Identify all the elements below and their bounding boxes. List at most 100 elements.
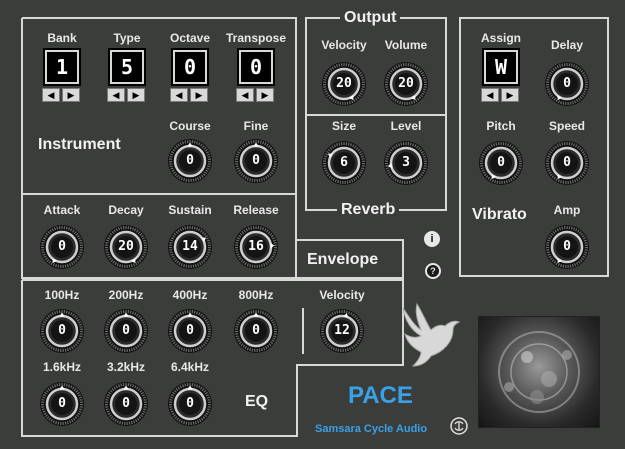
delay-value: 0 xyxy=(563,76,571,91)
type-display: 5 xyxy=(110,50,144,84)
samsara-logo-icon xyxy=(450,417,468,435)
eq-100hz-label: 100Hz xyxy=(44,288,80,302)
bank-stepper: ◀ ▶ xyxy=(42,88,80,102)
output-velocity-knob[interactable]: 20 xyxy=(321,61,367,107)
output-velocity-label: Velocity xyxy=(321,38,367,52)
amp-label: Amp xyxy=(553,203,581,217)
bank-value: 1 xyxy=(55,55,69,79)
decay-label: Decay xyxy=(108,203,144,217)
reverb-title: Reverb xyxy=(337,201,400,219)
bank-label: Bank xyxy=(47,31,77,45)
type-label: Type xyxy=(113,31,141,45)
size-knob[interactable]: 6 xyxy=(321,140,367,186)
transpose-decrement-button[interactable]: ◀ xyxy=(236,88,254,102)
type-decrement-button[interactable]: ◀ xyxy=(107,88,125,102)
fine-label: Fine xyxy=(243,119,269,133)
eq-400hz-label: 400Hz xyxy=(172,288,208,302)
help-icon[interactable]: ? xyxy=(425,263,441,279)
eq-400hz-knob[interactable]: 0 xyxy=(167,308,213,354)
pitch-value: 0 xyxy=(497,155,505,170)
type-increment-button[interactable]: ▶ xyxy=(127,88,145,102)
sustain-knob[interactable]: 14 xyxy=(167,224,213,270)
eq-100hz-knob[interactable]: 0 xyxy=(39,308,85,354)
assign-increment-button[interactable]: ▶ xyxy=(501,88,519,102)
assign-stepper: ◀ ▶ xyxy=(481,88,519,102)
eq-1-6khz-value: 0 xyxy=(58,396,66,411)
level-label: Level xyxy=(390,119,422,133)
attack-knob[interactable]: 0 xyxy=(39,224,85,270)
level-value: 3 xyxy=(402,155,410,170)
dove-icon xyxy=(402,302,461,367)
pitch-label: Pitch xyxy=(486,119,516,133)
octave-decrement-button[interactable]: ◀ xyxy=(170,88,188,102)
transpose-increment-button[interactable]: ▶ xyxy=(256,88,274,102)
eq-6-4khz-knob[interactable]: 0 xyxy=(167,381,213,427)
eq-800hz-label: 800Hz xyxy=(238,288,274,302)
octave-increment-button[interactable]: ▶ xyxy=(190,88,208,102)
course-value: 0 xyxy=(186,153,194,168)
transpose-display: 0 xyxy=(239,50,273,84)
eq-3-2khz-label: 3.2kHz xyxy=(106,360,146,374)
level-knob[interactable]: 3 xyxy=(383,140,429,186)
eq-100hz-value: 0 xyxy=(58,323,66,338)
product-name: PACE xyxy=(348,382,413,409)
eq-6-4khz-value: 0 xyxy=(186,396,194,411)
course-label: Course xyxy=(169,119,211,133)
assign-label: Assign xyxy=(480,31,522,45)
attack-label: Attack xyxy=(43,203,81,217)
instrument-title: Instrument xyxy=(38,136,121,153)
brand-name: Samsara Cycle Audio xyxy=(315,423,428,435)
delay-knob[interactable]: 0 xyxy=(544,61,590,107)
speed-knob[interactable]: 0 xyxy=(544,140,590,186)
plugin-panel: Output Reverb Instrument Envelope Vibrat… xyxy=(0,0,625,449)
decay-knob[interactable]: 20 xyxy=(103,224,149,270)
octave-display: 0 xyxy=(173,50,207,84)
delay-label: Delay xyxy=(550,38,584,52)
size-label: Size xyxy=(331,119,357,133)
course-knob[interactable]: 0 xyxy=(167,138,213,184)
assign-decrement-button[interactable]: ◀ xyxy=(481,88,499,102)
vibrato-title: Vibrato xyxy=(472,206,527,223)
type-stepper: ◀ ▶ xyxy=(107,88,145,102)
eq-3-2khz-knob[interactable]: 0 xyxy=(103,381,149,427)
fine-knob[interactable]: 0 xyxy=(233,138,279,184)
output-title: Output xyxy=(340,9,401,27)
amp-value: 0 xyxy=(563,239,571,254)
assign-display: W xyxy=(484,50,518,84)
release-value: 16 xyxy=(248,239,264,254)
eq-200hz-knob[interactable]: 0 xyxy=(103,308,149,354)
volume-knob[interactable]: 20 xyxy=(383,61,429,107)
bank-decrement-button[interactable]: ◀ xyxy=(42,88,60,102)
eq-800hz-value: 0 xyxy=(252,323,260,338)
octave-label: Octave xyxy=(169,31,211,45)
eq-title: EQ xyxy=(245,393,269,410)
eq-velocity-knob[interactable]: 12 xyxy=(319,308,365,354)
octave-stepper: ◀ ▶ xyxy=(170,88,208,102)
output-velocity-value: 20 xyxy=(336,76,352,91)
amp-knob[interactable]: 0 xyxy=(544,224,590,270)
pitch-knob[interactable]: 0 xyxy=(478,140,524,186)
size-value: 6 xyxy=(340,155,348,170)
assign-value: W xyxy=(494,55,508,79)
eq-3-2khz-value: 0 xyxy=(122,396,130,411)
eq-velocity-value: 12 xyxy=(334,323,350,338)
eq-800hz-knob[interactable]: 0 xyxy=(233,308,279,354)
transpose-value: 0 xyxy=(249,55,263,79)
eq-1-6khz-label: 1.6kHz xyxy=(42,360,82,374)
release-label: Release xyxy=(233,203,279,217)
volume-label: Volume xyxy=(384,38,428,52)
eq-velocity-label: Velocity xyxy=(319,288,365,302)
eq-200hz-label: 200Hz xyxy=(108,288,144,302)
bank-display: 1 xyxy=(45,50,79,84)
speed-value: 0 xyxy=(563,155,571,170)
bank-increment-button[interactable]: ▶ xyxy=(62,88,80,102)
octave-value: 0 xyxy=(183,55,197,79)
speed-label: Speed xyxy=(548,119,586,133)
eq-1-6khz-knob[interactable]: 0 xyxy=(39,381,85,427)
type-value: 5 xyxy=(120,55,134,79)
transpose-label: Transpose xyxy=(225,31,287,45)
eq-6-4khz-label: 6.4kHz xyxy=(170,360,210,374)
release-knob[interactable]: 16 xyxy=(233,224,279,270)
sustain-label: Sustain xyxy=(168,203,212,217)
info-icon[interactable]: i xyxy=(424,231,440,247)
